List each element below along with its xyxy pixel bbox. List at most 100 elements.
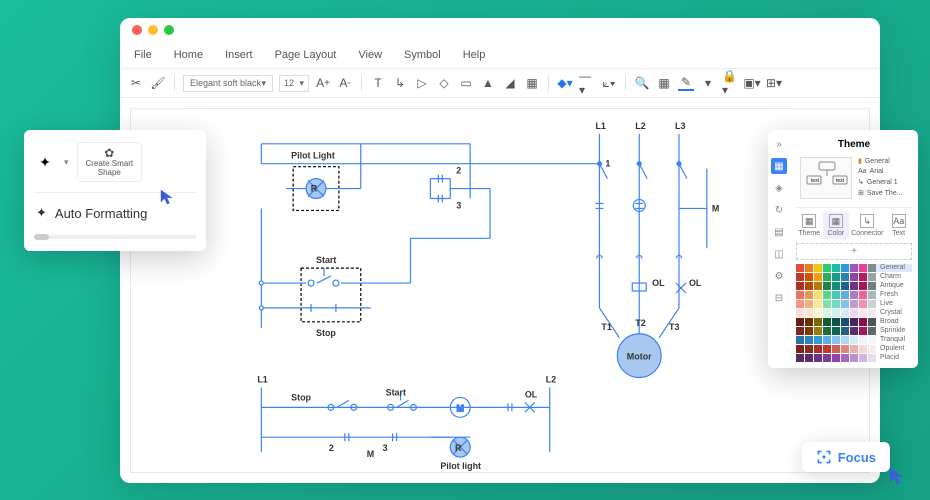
rail-settings-icon[interactable]: ⚙ [771,268,787,284]
font-increase-icon[interactable]: A+ [315,75,331,91]
svg-text:T1: T1 [601,322,611,332]
tab-color[interactable]: ▦Color [823,212,850,239]
crop-icon[interactable]: ⟀▾ [601,75,617,91]
palette-row[interactable]: Antique [796,282,912,290]
svg-text:2: 2 [456,166,461,176]
focus-button[interactable]: Focus [802,442,890,472]
svg-text:Start: Start [316,255,336,265]
palette-row[interactable]: Opulent [796,345,912,353]
text-icon[interactable]: T [370,75,386,91]
svg-text:T3: T3 [669,322,679,332]
palette-row[interactable]: Crystal [796,309,912,317]
rect-icon[interactable]: ▭ [458,75,474,91]
fill-icon[interactable]: ◆▾ [557,75,573,91]
slider[interactable] [34,235,196,239]
shape-icon[interactable]: ◇ [436,75,452,91]
theme-title: Theme [796,136,912,153]
more1-icon[interactable]: ▾ [700,75,716,91]
font-decrease-icon[interactable]: A- [337,75,353,91]
create-smart-shape-button[interactable]: ✿ Create Smart Shape [77,142,143,182]
palette-row[interactable]: Placid [796,354,912,362]
group-icon[interactable]: ⊞▾ [766,75,782,91]
ai-sparkle-icon[interactable]: ✦ [34,151,56,173]
pointer-icon[interactable]: ▷ [414,75,430,91]
svg-text:3: 3 [383,443,388,453]
svg-text:1: 1 [605,159,610,169]
rail-help-icon[interactable]: ⊟ [771,290,787,306]
maximize-dot[interactable] [164,25,174,35]
menu-file[interactable]: File [134,49,152,61]
rail-history-icon[interactable]: ↻ [771,202,787,218]
menu-view[interactable]: View [358,49,382,61]
theme-opt-arial[interactable]: AaArial [858,168,908,175]
font-select[interactable]: Elegant soft black▾ [183,75,273,92]
toolbar: ✂ 🖌 Elegant soft black▾ 12▾ A+ A- T ↳ ▷ … [120,68,880,98]
cursor-icon [159,188,177,206]
rail-comment-icon[interactable]: ◫ [771,246,787,262]
svg-text:2: 2 [329,443,334,453]
titlebar [120,18,880,42]
rail-collapse-icon[interactable]: » [771,136,787,152]
menu-home[interactable]: Home [174,49,203,61]
svg-text:OL: OL [652,278,665,288]
tab-text[interactable]: AaText [885,212,912,239]
palette-row[interactable]: Sprinkle [796,327,912,335]
svg-text:3: 3 [456,200,461,210]
focus-icon [816,449,832,465]
svg-text:Motor: Motor [627,352,652,362]
sparkle-icon: ✦ [36,205,47,221]
lock-icon[interactable]: 🔒▾ [722,75,738,91]
chart-icon[interactable]: ◢ [502,75,518,91]
palette-row[interactable]: Tranquil [796,336,912,344]
theme-opt-save[interactable]: ⊞Save The... [858,189,908,197]
tab-connector[interactable]: ↳Connector [849,212,885,239]
app-window: File Home Insert Page Layout View Symbol… [120,18,880,483]
menu-insert[interactable]: Insert [225,49,253,61]
svg-text:L3: L3 [675,121,685,131]
brush-icon[interactable]: 🖌 [150,75,166,91]
svg-text:OL: OL [689,278,702,288]
layers-icon[interactable]: ▣▾ [744,75,760,91]
palette-row[interactable]: General [796,264,912,272]
search-icon[interactable]: 🔍 [634,75,650,91]
theme-opt-general[interactable]: ▮General [858,157,908,165]
theme-opt-general1[interactable]: ↳General 1 [858,178,908,186]
svg-text:OL: OL [525,389,538,399]
grid-icon[interactable]: ▦ [656,75,672,91]
pencil-icon[interactable]: ✎ [678,75,694,91]
svg-text:M: M [456,403,463,413]
canvas[interactable]: M Pilot Light R 2 3 Start Stop L1 L2 L3 … [130,108,870,473]
menu-symbol[interactable]: Symbol [404,49,441,61]
menu-help[interactable]: Help [463,49,486,61]
palette-row[interactable]: Broad [796,318,912,326]
svg-text:R: R [311,184,318,194]
connector-icon[interactable]: ↳ [392,75,408,91]
palette-row[interactable]: Charm [796,273,912,281]
image-icon[interactable]: ▲ [480,75,496,91]
menu-page-layout[interactable]: Page Layout [275,49,337,61]
table-icon[interactable]: ▦ [524,75,540,91]
tab-theme[interactable]: ▦Theme [796,212,823,239]
ai-popup: ✦ ▾ ✿ Create Smart Shape ✦ Auto Formatti… [24,130,206,251]
theme-thumbnail[interactable]: text text [800,157,852,199]
palette-row[interactable]: Fresh [796,291,912,299]
close-dot[interactable] [132,25,142,35]
cut-icon[interactable]: ✂ [128,75,144,91]
svg-text:L2: L2 [635,121,645,131]
line-icon[interactable]: —▾ [579,75,595,91]
svg-text:L1: L1 [595,121,605,131]
svg-text:text: text [811,178,820,184]
svg-text:M: M [712,203,719,213]
minimize-dot[interactable] [148,25,158,35]
side-icon-rail: » ▦ ◈ ↻ ▤ ◫ ⚙ ⊟ [768,130,790,312]
circuit-diagram: M Pilot Light R 2 3 Start Stop L1 L2 L3 … [131,109,869,472]
palette-row[interactable]: Live [796,300,912,308]
svg-text:text: text [836,178,845,184]
rail-theme-icon[interactable]: ▦ [771,158,787,174]
rail-layers-icon[interactable]: ◈ [771,180,787,196]
rail-page-icon[interactable]: ▤ [771,224,787,240]
add-palette-button[interactable]: + [796,243,912,260]
size-select[interactable]: 12▾ [279,75,309,92]
theme-panel: » ▦ ◈ ↻ ▤ ◫ ⚙ ⊟ Theme texttext ▮General … [768,130,918,368]
svg-text:L2: L2 [546,374,556,384]
